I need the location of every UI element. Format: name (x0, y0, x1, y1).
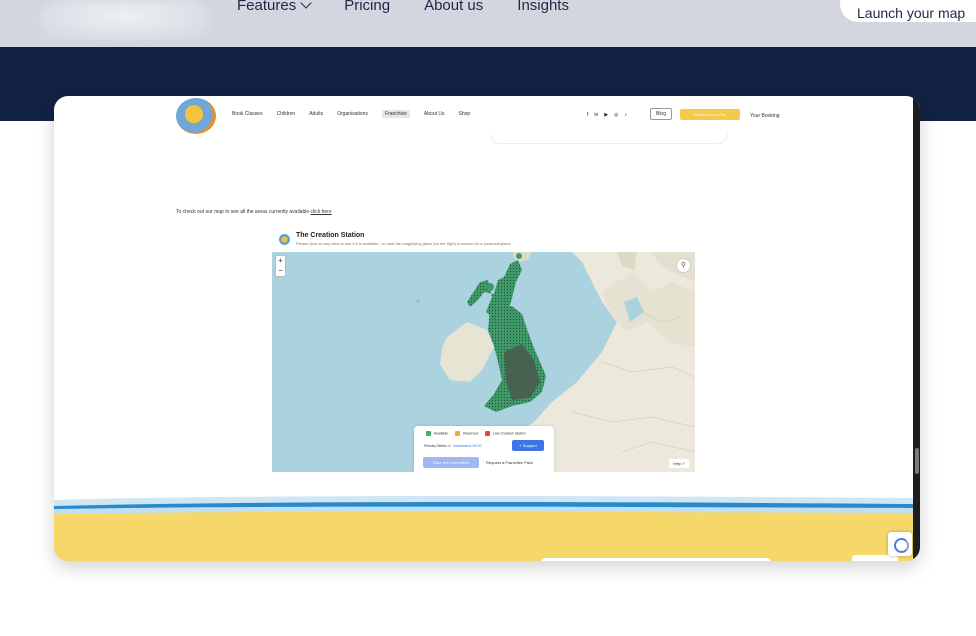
station-title: The Creation Station (296, 232, 365, 239)
nav-links: Features Pricing About us Insights (237, 0, 569, 14)
nav-features[interactable]: Features (237, 0, 312, 14)
legend-available: Available (426, 431, 448, 436)
inner-save-button: Save the information (423, 457, 479, 468)
magnifier-icon: ⚲ (676, 258, 691, 273)
social-icons: f in ▶ ◎ ♪ (587, 112, 627, 118)
svg-text:·: · (674, 427, 675, 431)
map-intro-link: click here (310, 209, 332, 215)
inner-nav-item: Book Classes (232, 111, 263, 117)
map-intro-text: To check out our map to see all the area… (176, 209, 332, 215)
inner-nav-item: Children (276, 111, 296, 117)
scroll-thumb (915, 448, 919, 474)
inner-nav-item: About Us (423, 111, 445, 117)
tiktok-icon: ♪ (624, 112, 628, 118)
territory-map: · · · · · + − ⚲ Available Reserved Live Crea… (272, 252, 695, 472)
inner-nav: Book Classes Children Adults Organisatio… (232, 110, 471, 118)
inner-blog-button: Blog (650, 108, 672, 120)
map-zoom-control: + − (275, 255, 286, 277)
legend-metrics: Primary Metric: 0 · Investment: £0.00 (424, 444, 482, 448)
station-header: The Creation Station Please click on any… (275, 230, 695, 250)
screenshot-scrollbar (913, 96, 920, 561)
swatch-reserved (455, 431, 461, 436)
station-logo-icon (279, 234, 290, 245)
swatch-available (426, 431, 431, 436)
legend-row: Available Reserved Live Creation Station (426, 431, 526, 436)
brand-logo[interactable] (40, 0, 210, 40)
map-legend-card: Available Reserved Live Creation Station… (414, 426, 554, 472)
zoom-in-icon: + (278, 256, 283, 265)
instagram-icon: ◎ (614, 112, 619, 118)
top-navigation: Features Pricing About us Insights Launc… (0, 0, 976, 47)
linkedin-icon: in (594, 112, 599, 118)
youtube-icon: ▶ (604, 112, 609, 118)
dropdown-panel-edge (490, 134, 728, 144)
nav-about-us[interactable]: About us (424, 0, 483, 14)
inner-nav-item: Organisations (337, 111, 368, 117)
inner-nav-item-active: Franchise (381, 110, 410, 118)
svg-text:·: · (590, 431, 591, 435)
map-help-tag: Help ? (669, 459, 689, 468)
website-screenshot: Book Classes Children Adults Organisatio… (54, 96, 920, 561)
facebook-icon: f (587, 112, 589, 118)
svg-text:·: · (664, 377, 665, 381)
footer-wave (54, 492, 913, 561)
chevron-down-icon (300, 0, 312, 9)
nav-insights[interactable]: Insights (517, 0, 569, 14)
legend-live: Live Creation Station (485, 431, 526, 436)
svg-text:·: · (644, 401, 645, 405)
inner-your-booking: Your Booking (750, 113, 780, 119)
inner-support-button: + Support (512, 440, 544, 451)
inner-cta-button: Activities Near Me (680, 109, 740, 120)
zoom-out-icon: − (278, 266, 283, 275)
station-subtitle: Please click on any area to see if it is… (296, 241, 511, 246)
creation-station-logo (176, 98, 216, 134)
recaptcha-icon (888, 532, 912, 556)
inner-nav-item: Adults (309, 111, 324, 117)
legend-reserved: Reserved (455, 431, 478, 436)
launch-map-button[interactable]: Launch your map (840, 0, 976, 22)
swatch-live (485, 431, 491, 436)
svg-text:·: · (617, 389, 618, 393)
inner-nav-item: Shop (458, 111, 471, 117)
inner-pack-link: Request a Franchise Pack (486, 460, 533, 465)
footer-card-edge (540, 558, 772, 561)
nav-pricing[interactable]: Pricing (344, 0, 390, 14)
